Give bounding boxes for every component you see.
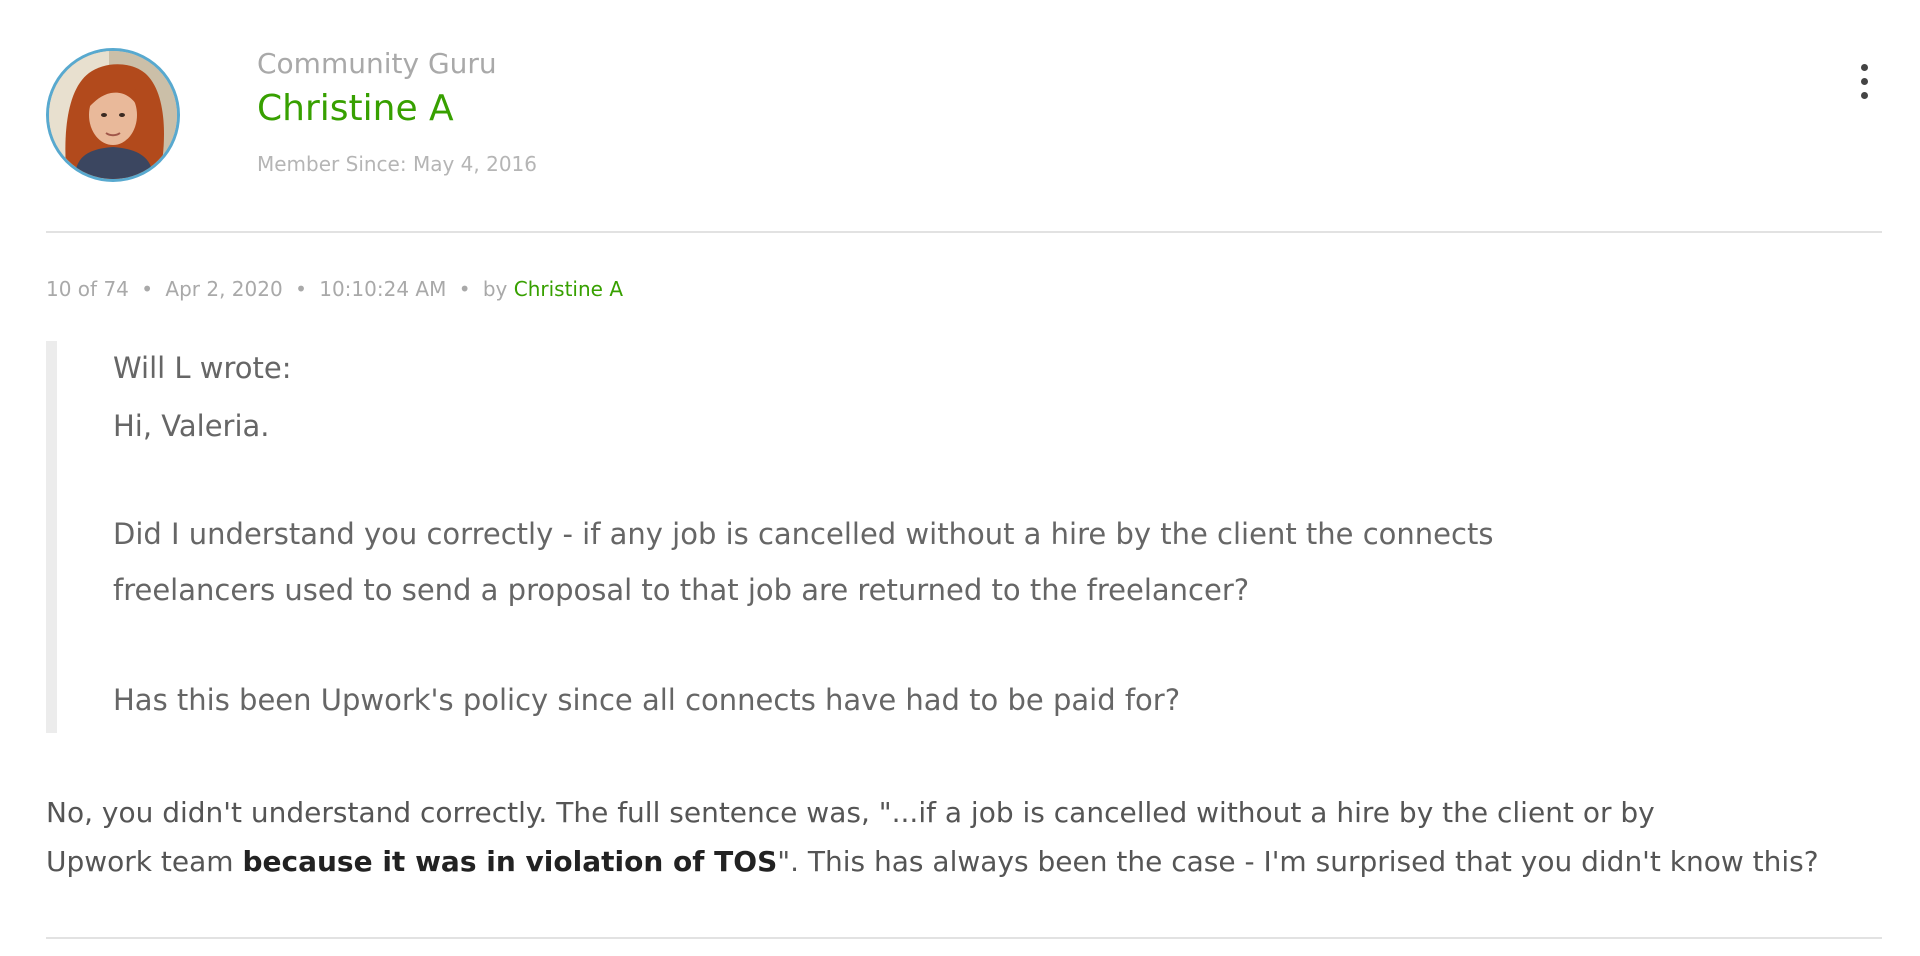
author-rank: Community Guru bbox=[257, 47, 497, 80]
author-name-link[interactable]: Christine A bbox=[257, 86, 454, 132]
reply-line: No, you didn't understand correctly. The… bbox=[46, 796, 1655, 829]
more-vertical-icon[interactable] bbox=[1848, 58, 1882, 106]
forum-post: Community Guru Christine A Member Since:… bbox=[46, 0, 1882, 956]
reply-text-segment: Upwork team bbox=[46, 845, 243, 878]
post-by-label: by bbox=[482, 277, 508, 301]
meta-separator: • bbox=[295, 277, 307, 301]
meta-separator: • bbox=[141, 277, 154, 301]
quote-question-2: Has this been Upwork's policy since all … bbox=[113, 683, 1181, 717]
avatar[interactable] bbox=[46, 48, 180, 182]
author-header: Community Guru Christine A Member Since:… bbox=[46, 0, 1882, 232]
reply-text-segment: ". This has always been the case - I'm s… bbox=[777, 845, 1819, 878]
menu-dot bbox=[1861, 92, 1868, 99]
post-position: 10 of 74 bbox=[46, 277, 129, 301]
post-author-link[interactable]: Christine A bbox=[514, 277, 623, 301]
reply-emphasis: because it was in violation of TOS bbox=[242, 845, 778, 878]
quote-greeting: Hi, Valeria. bbox=[113, 409, 270, 443]
member-since: Member Since: May 4, 2016 bbox=[257, 152, 537, 176]
footer-divider bbox=[46, 937, 1882, 939]
menu-dot bbox=[1861, 78, 1868, 85]
post-date: Apr 2, 2020 bbox=[165, 277, 283, 301]
menu-dot bbox=[1861, 64, 1868, 71]
quote-question-line: freelancers used to send a proposal to t… bbox=[113, 573, 1250, 607]
quote-question-line: Did I understand you correctly - if any … bbox=[113, 517, 1494, 551]
header-divider bbox=[46, 231, 1882, 233]
avatar-image bbox=[49, 51, 177, 179]
post-time: 10:10:24 AM bbox=[319, 277, 447, 301]
reply-line: Upwork team because it was in violation … bbox=[46, 843, 1819, 881]
post-meta: 10 of 74 • Apr 2, 2020 • 10:10:24 AM • b… bbox=[46, 276, 623, 302]
quote-attribution: Will L wrote: bbox=[113, 351, 292, 385]
blockquote: Will L wrote: Hi, Valeria. Did I underst… bbox=[46, 341, 1757, 733]
meta-separator: • bbox=[458, 277, 471, 301]
